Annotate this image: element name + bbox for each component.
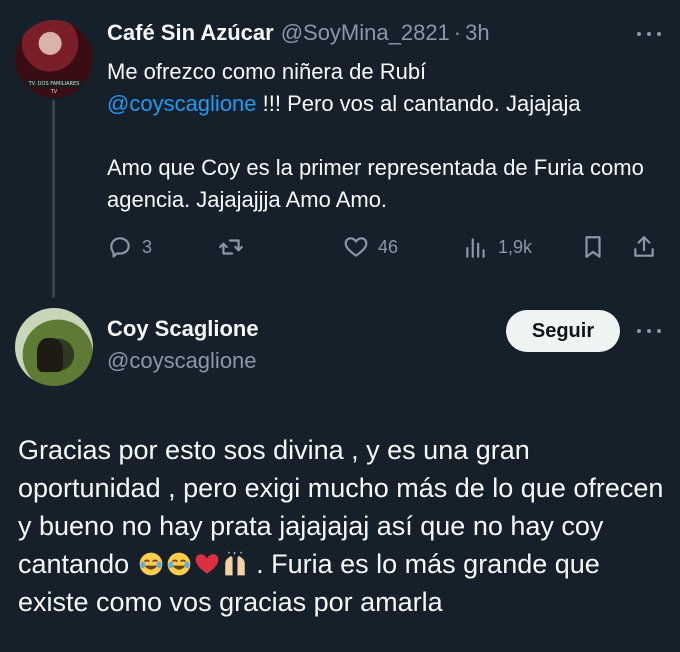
share-button[interactable]: [631, 230, 657, 264]
mention-link[interactable]: @coyscaglione: [107, 91, 257, 116]
user-handle[interactable]: @coyscaglione: [107, 348, 257, 374]
tweet-text: Me ofrezco como niñera de Rubí @coyscagl…: [107, 56, 667, 216]
views-icon: [466, 238, 485, 258]
raising-hands-emoji: [224, 551, 245, 576]
avatar-photo: [37, 338, 63, 372]
retweet-button[interactable]: [218, 230, 244, 264]
avatar[interactable]: [15, 308, 93, 386]
avatar[interactable]: TV. DOS FAMILIARES TV: [15, 20, 93, 98]
like-icon: [344, 237, 368, 257]
share-icon: [634, 236, 654, 257]
like-count: 46: [378, 236, 399, 257]
tweet-text-part: Me ofrezco como niñera de Rubí: [107, 59, 427, 84]
tweet-text-paragraph: Amo que Coy es la primer representada de…: [107, 155, 644, 212]
red-heart-emoji: [195, 554, 218, 574]
retweet-icon: [219, 239, 243, 255]
reply-button[interactable]: 3: [107, 230, 152, 264]
bookmark-button[interactable]: [580, 230, 606, 264]
more-icon[interactable]: [637, 327, 661, 335]
reply-count: 3: [142, 236, 153, 257]
main-user-row: Coy Scaglione: [107, 316, 259, 342]
more-icon[interactable]: [637, 30, 661, 38]
thread-line: [52, 100, 55, 298]
joy-emoji: [167, 552, 190, 576]
bookmark-icon: [585, 236, 601, 258]
action-bar: 3 46 1,9k: [107, 230, 663, 264]
views-count: 1,9k: [498, 236, 533, 257]
reply-icon: [110, 237, 130, 258]
follow-button[interactable]: Seguir: [506, 310, 620, 352]
like-button[interactable]: 46: [343, 230, 398, 264]
timestamp[interactable]: 3h: [465, 20, 489, 46]
joy-emoji: [139, 552, 162, 576]
tweet-text: Gracias por esto sos divina , y es una g…: [18, 431, 668, 621]
views-button[interactable]: 1,9k: [463, 230, 532, 264]
display-name[interactable]: Coy Scaglione: [107, 316, 259, 342]
parent-user-row: Café Sin Azúcar @SoyMina_2821 · 3h: [107, 20, 490, 46]
avatar-caption: TV. DOS FAMILIARES TV: [25, 80, 83, 95]
user-handle[interactable]: @SoyMina_2821: [281, 20, 450, 46]
separator-dot: ·: [453, 20, 462, 45]
tweet-text-part: !!! Pero vos al cantando. Jajajaja: [256, 91, 581, 116]
display-name[interactable]: Café Sin Azúcar: [107, 20, 274, 46]
